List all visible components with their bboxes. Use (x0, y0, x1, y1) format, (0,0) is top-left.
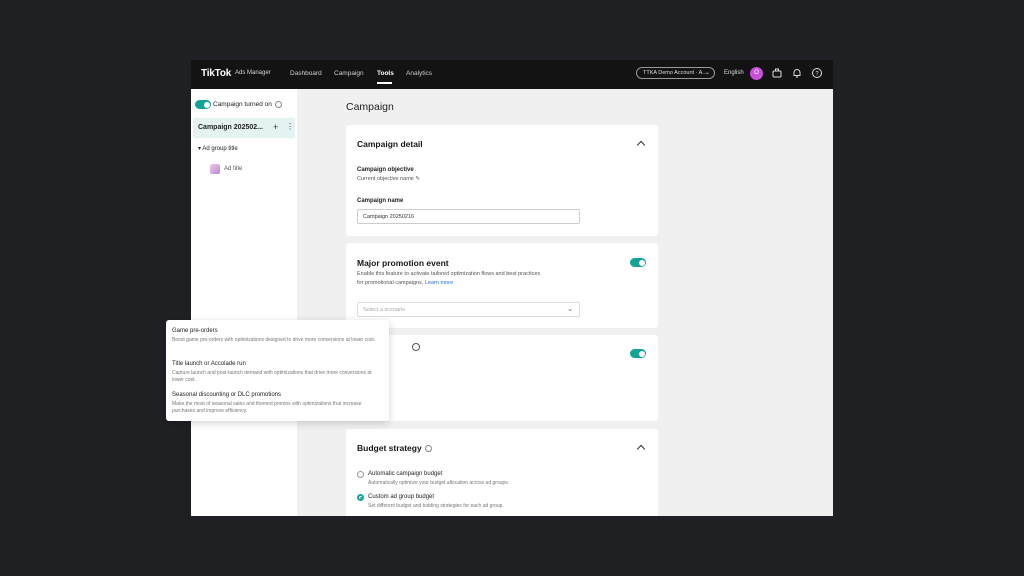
option-title: Seasonal discounting or DLC promotions (172, 392, 282, 398)
campaign-toggle[interactable] (195, 100, 211, 109)
promotion-card: Major promotion event Enable this featur… (346, 243, 658, 328)
nav-active-underline (377, 82, 392, 84)
avatar[interactable]: O (750, 67, 763, 80)
option-title: Title launch or Accolade run (172, 361, 246, 367)
info-icon (275, 101, 282, 108)
svg-text:?: ? (815, 71, 819, 77)
option-desc: Capture launch and post-launch demand wi… (172, 370, 372, 383)
campaign-detail-card: Campaign detail Campaign objective Curre… (346, 125, 658, 236)
info-icon (425, 445, 432, 452)
edit-icon[interactable]: ✎ (415, 176, 420, 182)
tiktok-logo[interactable]: TikTok (201, 68, 231, 79)
sidebar-item-campaign[interactable]: Campaign 202502... + ⋮ (193, 118, 295, 138)
scenario-placeholder: Select a scenario (363, 307, 406, 313)
top-bar: TikTok Ads Manager Dashboard Campaign To… (191, 60, 833, 89)
ads-manager-label: Ads Manager (235, 70, 271, 76)
main-content: Campaign Campaign detail Campaign object… (297, 89, 833, 516)
nav-tools[interactable]: Tools (377, 70, 394, 77)
page-title: Campaign (346, 101, 394, 113)
collapse-icon[interactable] (636, 444, 646, 454)
custom-budget-label: Custom ad group budget (368, 494, 435, 500)
promotion-toggle[interactable] (630, 258, 646, 267)
nav-campaign[interactable]: Campaign (334, 70, 364, 77)
objective-value: Current objective name ✎ (357, 176, 421, 182)
campaign-name-input[interactable]: Campaign 20250216 (357, 209, 580, 224)
promotion-title: Major promotion event (357, 258, 449, 268)
more-icon[interactable]: ⋮ (286, 122, 294, 131)
promotion-desc-1: Enable this feature to activate tailored… (357, 271, 541, 277)
learn-more-link[interactable]: Learn more (425, 280, 453, 286)
hidden-card (346, 335, 658, 421)
sidebar-item-adgroup[interactable]: ▾ Ad group title (198, 145, 238, 152)
collapse-icon[interactable] (636, 140, 646, 150)
scenario-select[interactable]: Select a scenario ⌄ (357, 302, 580, 317)
budget-card: Budget strategy Automatic campaign budge… (346, 429, 658, 516)
option-desc: Make the most of seasonal sales and them… (172, 401, 362, 414)
app-window: TikTok Ads Manager Dashboard Campaign To… (191, 60, 833, 516)
sidebar-item-ad[interactable]: Ad title (224, 166, 242, 172)
chevron-down-icon: ⌄ (704, 70, 710, 76)
account-name: TTKA Demo Account · A... (643, 70, 707, 76)
option-desc: Boost game pre-orders with optimizations… (172, 337, 376, 343)
campaign-name-value: Campaign 20250216 (363, 214, 415, 220)
objective-label: Campaign objective (357, 167, 414, 173)
sidebar: Campaign turned on Campaign 202502... + … (191, 89, 297, 516)
chevron-down-icon: ⌄ (567, 306, 573, 313)
nav-analytics[interactable]: Analytics (406, 70, 432, 77)
custom-budget-radio[interactable] (357, 494, 364, 501)
auto-budget-desc: Automatically optimize your budget alloc… (368, 480, 510, 486)
campaign-name-label: Campaign name (357, 198, 404, 204)
campaign-detail-title: Campaign detail (357, 139, 423, 149)
auto-budget-radio[interactable] (357, 471, 364, 478)
adgroup-label: Ad group title (202, 146, 238, 152)
nav-dashboard[interactable]: Dashboard (290, 70, 322, 77)
budget-title: Budget strategy (357, 443, 422, 453)
feature-toggle[interactable] (630, 349, 646, 358)
scenario-dropdown: Game pre-orders Boost game pre-orders wi… (166, 320, 389, 421)
cursor-icon (412, 343, 420, 351)
account-selector[interactable]: TTKA Demo Account · A... ⌄ (636, 67, 715, 79)
language-selector[interactable]: English (724, 70, 744, 76)
ad-thumbnail (210, 164, 220, 174)
promotion-desc-2: for promotional campaigns. Learn more (357, 280, 454, 286)
campaign-toggle-label: Campaign turned on (213, 101, 272, 108)
add-icon[interactable]: + (273, 122, 278, 132)
custom-budget-desc: Set different budget and bidding strateg… (368, 503, 504, 509)
sidebar-campaign-label: Campaign 202502... (198, 124, 263, 131)
auto-budget-label: Automatic campaign budget (368, 471, 443, 477)
help-icon[interactable]: ? (811, 67, 823, 79)
briefcase-icon[interactable] (771, 67, 783, 79)
option-title: Game pre-orders (172, 328, 218, 334)
bell-icon[interactable] (791, 67, 803, 79)
